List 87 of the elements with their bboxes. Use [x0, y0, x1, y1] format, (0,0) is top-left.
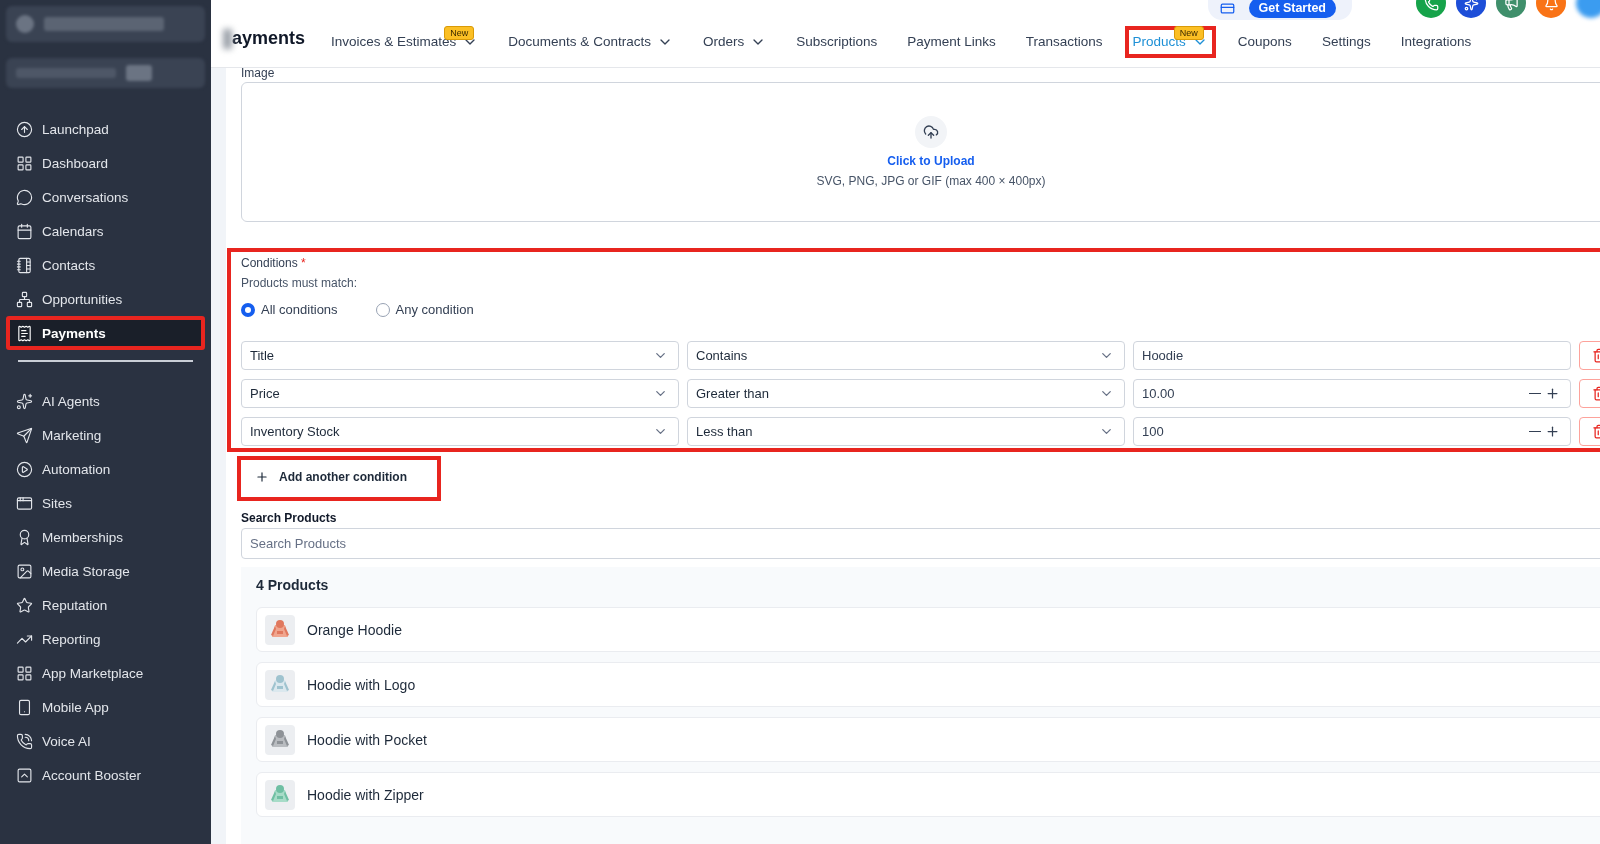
field-select[interactable]: Title [241, 341, 679, 370]
conditions-subtitle: Products must match: [241, 276, 359, 290]
nav-tab[interactable]: Payment Links [899, 26, 1004, 57]
field-label: Image [241, 68, 276, 80]
field-label: Conditions * [241, 256, 307, 270]
sidebar-item[interactable]: Memberships [6, 520, 205, 554]
field-select[interactable]: Inventory Stock [241, 417, 679, 446]
phone-call-icon [16, 732, 33, 750]
product-row[interactable]: Hoodie with Pocket [256, 717, 1600, 762]
sidebar-item[interactable]: Marketing [6, 418, 205, 452]
network-icon [16, 290, 33, 308]
nav-tab[interactable]: Coupons [1229, 26, 1300, 57]
radio-option[interactable]: Any condition [375, 302, 474, 317]
browser-window-icon [16, 494, 33, 512]
field-label: Search Products [241, 511, 338, 525]
upload-dropzone[interactable]: Click to Upload SVG, PNG, JPG or GIF (max 400 × 400px) [241, 82, 1600, 222]
product-row[interactable]: Hoodie with Logo [256, 662, 1600, 707]
nav-tab[interactable]: Integrations [1392, 26, 1480, 57]
sidebar-item[interactable]: Reporting [6, 622, 205, 656]
star-icon [16, 596, 33, 614]
grid-icon [16, 664, 33, 682]
grid-icon [16, 154, 33, 172]
sidebar-item[interactable]: Dashboard [6, 146, 205, 180]
field-select[interactable]: Price [241, 379, 679, 408]
image-icon [16, 562, 33, 580]
sidebar-item[interactable]: Automation [6, 452, 205, 486]
sidebar-item[interactable]: Sites [6, 486, 205, 520]
square-icon [16, 766, 33, 784]
sidebar-item[interactable]: Conversations [6, 180, 205, 214]
sparkles-icon [1463, 0, 1479, 11]
number-input[interactable]: 100 [1133, 417, 1571, 446]
chat-bubble-icon [16, 188, 33, 206]
nav-tab[interactable]: Documents & Contracts [500, 25, 681, 58]
sidebar-item[interactable]: Launchpad [6, 112, 205, 146]
sidebar-item[interactable]: Account Booster [6, 758, 205, 792]
upload-hint: SVG, PNG, JPG or GIF (max 400 × 400px) [816, 174, 1046, 188]
upload-link[interactable]: Click to Upload [887, 154, 975, 168]
page-title: ayments [223, 28, 306, 49]
nav-tab[interactable]: Transactions [1017, 26, 1111, 57]
upload-icon [915, 116, 947, 148]
text-input[interactable]: Hoodie [1133, 341, 1571, 370]
plus-icon [255, 470, 269, 484]
new-badge: New [444, 25, 475, 40]
nav-tab[interactable]: Settings [1313, 26, 1379, 57]
sidebar-item[interactable]: Reputation [6, 588, 205, 622]
play-circle-icon [16, 460, 33, 478]
bell-icon [1543, 0, 1559, 11]
product-row[interactable]: Hoodie with Zipper [256, 772, 1600, 817]
sidebar-item[interactable]: Calendars [6, 214, 205, 248]
new-badge: New [1173, 25, 1204, 40]
minus-icon [1529, 430, 1541, 433]
nav-tab[interactable]: Orders [694, 25, 775, 58]
sidebar-item[interactable]: Media Storage [6, 554, 205, 588]
plus-icon [1545, 386, 1560, 401]
operator-select[interactable]: Greater than [687, 379, 1125, 408]
operator-select[interactable]: Less than [687, 417, 1125, 446]
phone-icon [1423, 0, 1439, 11]
search-field[interactable]: Search Products [241, 528, 1600, 559]
plus-icon [1545, 424, 1560, 439]
sidebar-item[interactable]: App Marketplace [6, 656, 205, 690]
nav-tab[interactable]: Subscriptions [788, 26, 886, 57]
nav-tab[interactable]: New Products [1124, 25, 1216, 58]
sparkles-icon [16, 392, 33, 410]
radio-option[interactable]: All conditions [241, 302, 338, 317]
arrow-up-circle-icon [16, 120, 33, 138]
sidebar-item[interactable]: Voice AI [6, 724, 205, 758]
number-input[interactable]: 10.00 [1133, 379, 1571, 408]
get-started-button[interactable]: Get Started [1207, 0, 1352, 20]
card-icon [1219, 0, 1235, 16]
product-count: 4 Products [256, 577, 330, 593]
calendar-icon [16, 222, 33, 240]
account-switcher[interactable] [6, 6, 205, 42]
search-field[interactable] [6, 58, 205, 88]
notebook-icon [16, 256, 33, 274]
sidebar-item[interactable]: Mobile App [6, 690, 205, 724]
product-row[interactable]: Orange Hoodie [256, 607, 1600, 652]
minus-icon [1529, 392, 1541, 395]
operator-select[interactable]: Contains [687, 341, 1125, 370]
sidebar-item[interactable]: AI Agents [6, 384, 205, 418]
sidebar-item[interactable]: Payments [6, 316, 205, 350]
receipt-icon [16, 324, 33, 342]
sidebar-item[interactable]: Contacts [6, 248, 205, 282]
nav-tab[interactable]: New Invoices & Estimates [323, 25, 487, 58]
send-icon [16, 426, 33, 444]
sidebar-item[interactable]: Opportunities [6, 282, 205, 316]
phone-device-icon [16, 698, 33, 716]
megaphone-icon [1503, 0, 1519, 11]
